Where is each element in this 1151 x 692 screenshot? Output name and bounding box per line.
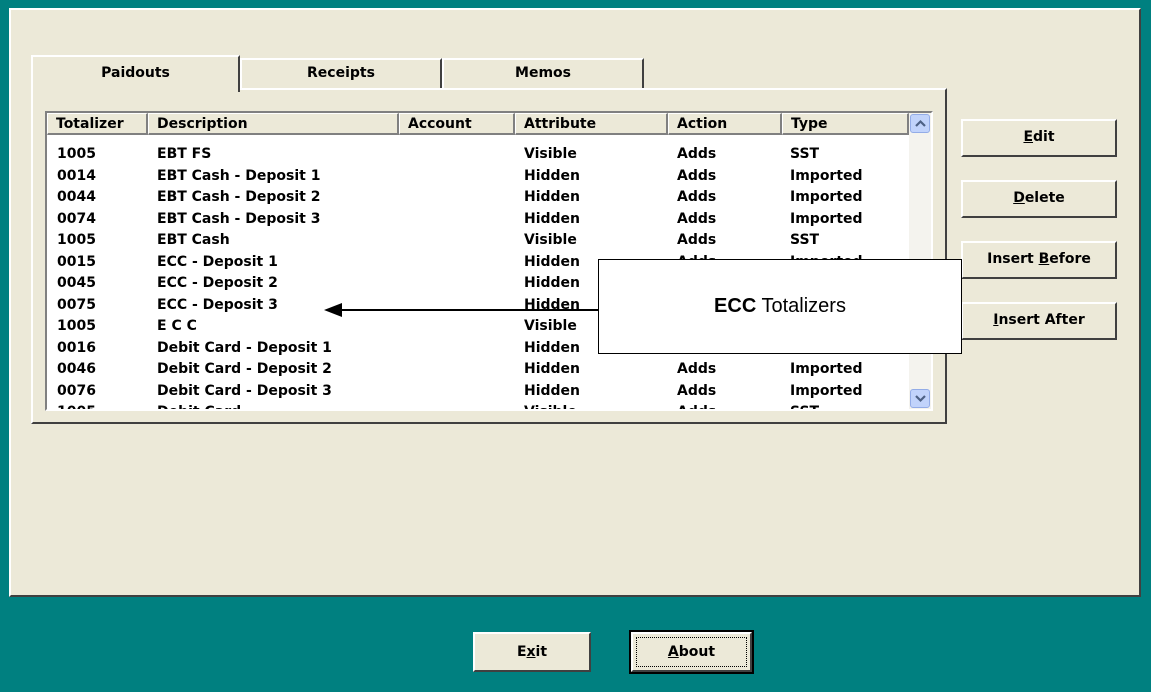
cell-attribute: Hidden bbox=[524, 210, 581, 227]
cell-description: Debit Card bbox=[157, 402, 241, 409]
cell-totalizer: 0076 bbox=[57, 382, 96, 399]
cell-type: Imported bbox=[790, 210, 863, 227]
cell-description: ECC - Deposit 1 bbox=[157, 253, 278, 270]
cell-type: SST bbox=[790, 402, 819, 409]
column-header-attribute[interactable]: Attribute bbox=[515, 113, 668, 135]
cell-totalizer: 1005 bbox=[57, 232, 96, 248]
cell-totalizer: 0015 bbox=[57, 253, 96, 270]
cell-attribute: Visible bbox=[524, 146, 577, 162]
cell-type: Imported bbox=[790, 382, 863, 399]
cell-description: EBT Cash - Deposit 1 bbox=[157, 167, 321, 184]
cell-type: Imported bbox=[790, 361, 863, 377]
delete-button[interactable]: Delete bbox=[961, 180, 1117, 218]
cell-type: Imported bbox=[790, 167, 863, 184]
cell-totalizer: 1005 bbox=[57, 146, 96, 162]
cell-description: Debit Card - Deposit 2 bbox=[157, 361, 332, 377]
cell-totalizer: 0016 bbox=[57, 339, 96, 356]
column-header-action[interactable]: Action bbox=[668, 113, 782, 135]
cell-description: Debit Card - Deposit 1 bbox=[157, 339, 332, 356]
cell-totalizer: 0075 bbox=[57, 296, 96, 313]
cell-totalizer: 1005 bbox=[57, 318, 96, 334]
cell-action: Adds bbox=[677, 146, 717, 162]
cell-attribute: Visible bbox=[524, 402, 577, 409]
table-row[interactable]: 0076 Debit Card - Deposit 3 Hidden Adds Impo… bbox=[47, 381, 909, 403]
column-header-description[interactable]: Description bbox=[148, 113, 399, 135]
cell-attribute: Visible bbox=[524, 232, 577, 248]
cell-attribute: Hidden bbox=[524, 361, 581, 377]
table-row[interactable]: 1005 EBT Cash Visible Adds SST bbox=[47, 230, 909, 252]
cell-attribute: Visible bbox=[524, 318, 577, 334]
chevron-down-icon bbox=[915, 395, 926, 403]
cell-totalizer: 0074 bbox=[57, 210, 96, 227]
cell-totalizer: 0014 bbox=[57, 167, 96, 184]
cell-totalizer: 0045 bbox=[57, 275, 96, 291]
table-row[interactable]: 0074 EBT Cash - Deposit 3 Hidden Adds Import… bbox=[47, 209, 909, 231]
exit-button[interactable]: Exit bbox=[473, 632, 591, 672]
cell-description: E C C bbox=[157, 318, 197, 334]
cell-attribute: Hidden bbox=[524, 167, 581, 184]
cell-action: Adds bbox=[677, 402, 716, 409]
edit-button[interactable]: Edit bbox=[961, 119, 1117, 157]
cell-totalizer: 0046 bbox=[57, 361, 96, 377]
column-header-totalizer[interactable]: Totalizer bbox=[47, 113, 148, 135]
cell-description: EBT Cash - Deposit 3 bbox=[157, 210, 321, 227]
cell-description: EBT Cash bbox=[157, 232, 230, 248]
focus-ring bbox=[636, 637, 747, 667]
cell-totalizer: 0044 bbox=[57, 189, 96, 205]
scroll-up-button[interactable] bbox=[910, 114, 930, 133]
scroll-down-button[interactable] bbox=[910, 389, 930, 408]
cell-type: SST bbox=[790, 232, 820, 248]
cell-action: Adds bbox=[677, 167, 717, 184]
cell-action: Adds bbox=[677, 361, 717, 377]
table-row[interactable]: 0044 EBT Cash - Deposit 2 Hidden Adds Import… bbox=[47, 187, 909, 209]
cell-description: Debit Card - Deposit 3 bbox=[157, 382, 332, 399]
column-header-account[interactable]: Account bbox=[399, 113, 515, 135]
table-row[interactable]: 0046 Debit Card - Deposit 2 Hidden Adds Impo… bbox=[47, 359, 909, 381]
tab-paidouts[interactable]: Paidouts bbox=[31, 55, 240, 92]
chevron-up-icon bbox=[915, 119, 926, 127]
ecc-totalizers-callout: ECC Totalizers bbox=[598, 259, 962, 354]
column-header-type[interactable]: Type bbox=[782, 113, 909, 135]
tab-memos[interactable]: Memos bbox=[442, 58, 644, 90]
insert-before-button[interactable]: Insert Before bbox=[961, 241, 1117, 279]
cell-type: SST bbox=[790, 146, 820, 162]
cell-attribute: Hidden bbox=[524, 253, 581, 270]
about-button[interactable]: About bbox=[629, 630, 754, 674]
cell-action: Adds bbox=[677, 210, 717, 227]
table-row[interactable]: 0014 EBT Cash - Deposit 1 Hidden Adds Import… bbox=[47, 166, 909, 188]
cell-totalizer: 1005 bbox=[57, 402, 96, 409]
table-row[interactable]: 1005 EBT FS Visible Adds SST bbox=[47, 144, 909, 166]
tab-receipts[interactable]: Receipts bbox=[240, 58, 442, 90]
insert-after-button[interactable]: Insert After bbox=[961, 302, 1117, 340]
cell-description: ECC - Deposit 2 bbox=[157, 275, 278, 291]
cell-attribute: Hidden bbox=[524, 339, 581, 356]
cell-action: Adds bbox=[677, 232, 717, 248]
cell-attribute: Hidden bbox=[524, 189, 581, 205]
cell-description: EBT Cash - Deposit 2 bbox=[157, 189, 321, 205]
cell-action: Adds bbox=[677, 189, 717, 205]
table-row[interactable]: 1005 Debit Card Visible Adds SST bbox=[47, 402, 909, 409]
cell-action: Adds bbox=[677, 382, 717, 399]
cell-attribute: Hidden bbox=[524, 275, 581, 291]
app-window: Paidouts Receipts Memos Totalizer Descri… bbox=[0, 0, 1151, 692]
cell-attribute: Hidden bbox=[524, 296, 581, 313]
cell-description: EBT FS bbox=[157, 146, 212, 162]
cell-type: Imported bbox=[790, 189, 863, 205]
list-header: Totalizer Description Account Attribute … bbox=[47, 113, 909, 135]
cell-description: ECC - Deposit 3 bbox=[157, 296, 278, 313]
cell-attribute: Hidden bbox=[524, 382, 581, 399]
